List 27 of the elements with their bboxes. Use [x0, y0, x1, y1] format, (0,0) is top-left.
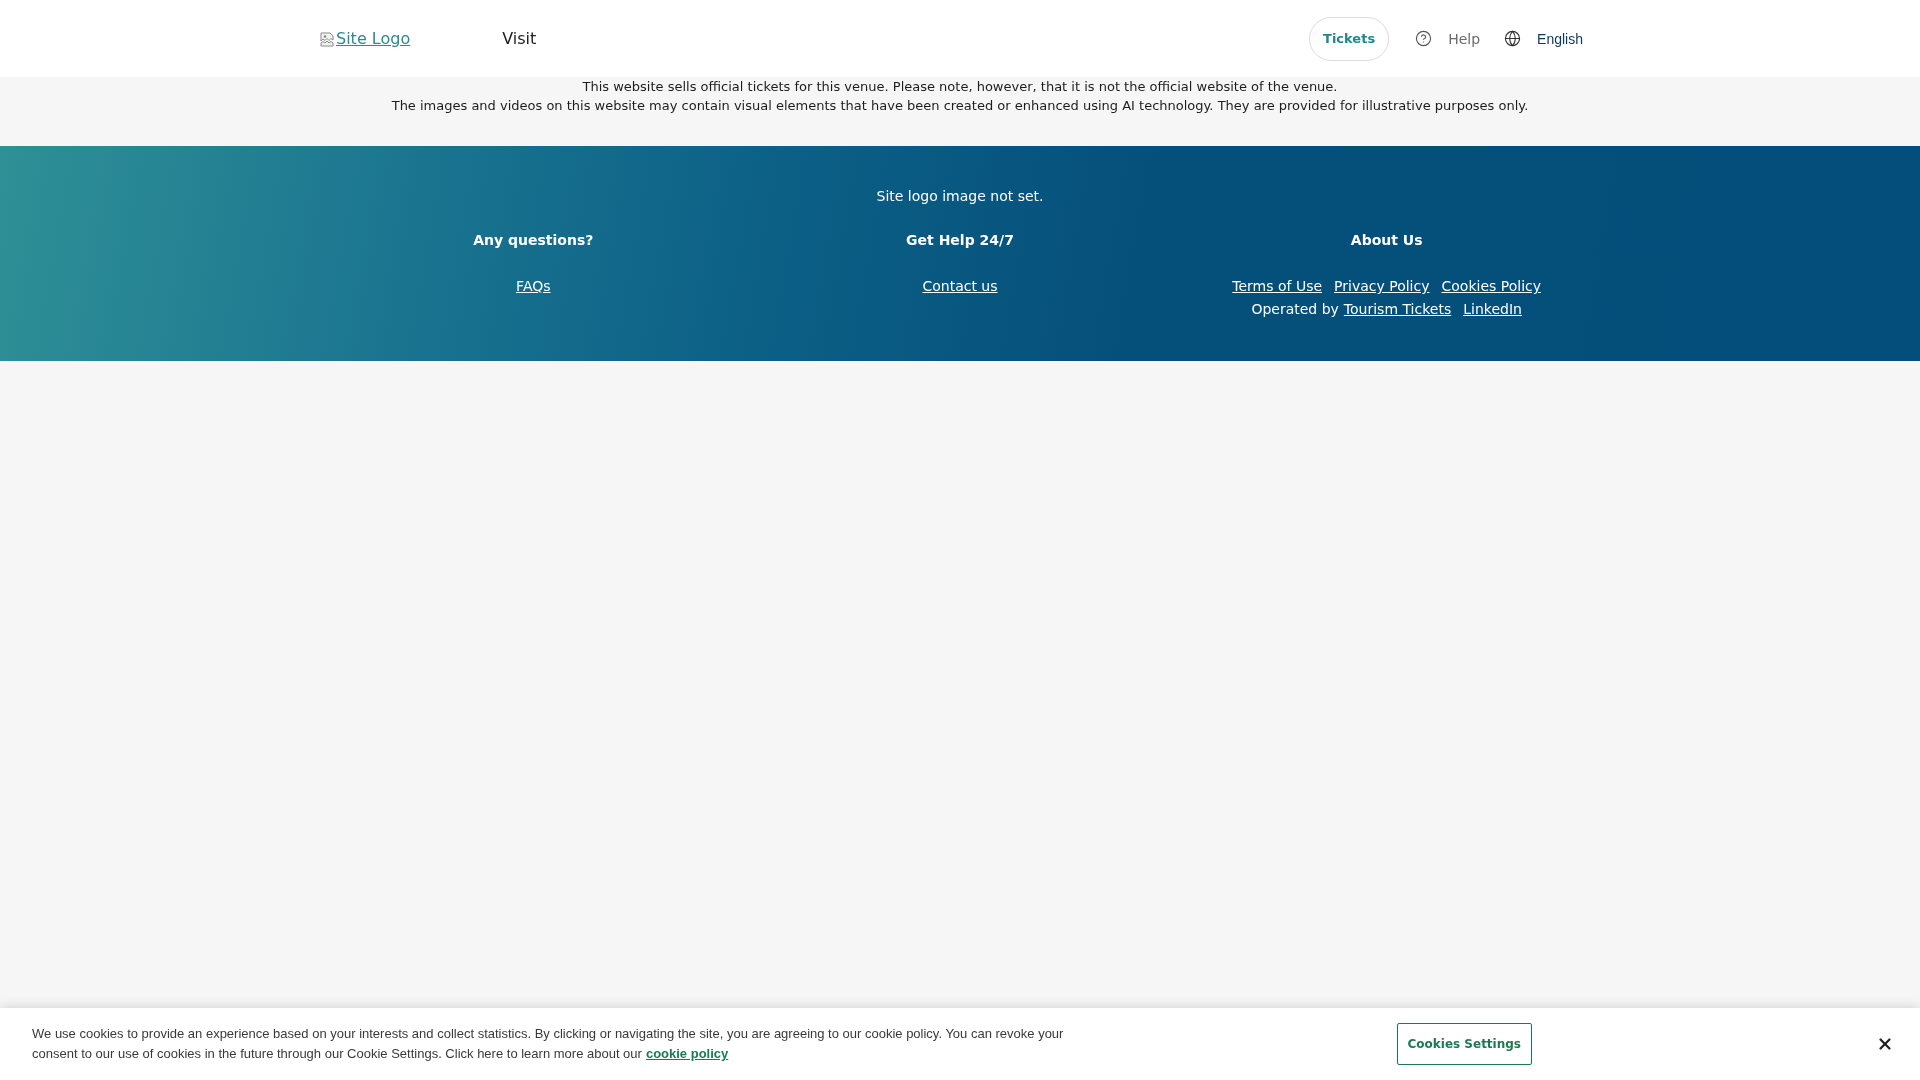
close-icon	[1876, 1035, 1894, 1053]
language-button[interactable]: English	[1504, 30, 1583, 47]
help-icon	[1415, 30, 1433, 47]
footer-link[interactable]: FAQs	[516, 275, 551, 298]
disclaimer-text: This website sells official tickets for this venue. Please note, however, that it is not the official website of the venue.	[582, 78, 1338, 96]
logo-missing-message: Site logo image not set.	[876, 187, 1044, 206]
site-logo-link[interactable]: Site Logo	[320, 29, 411, 48]
help-link[interactable]: Help	[1415, 30, 1481, 47]
cookie-policy-link[interactable]: cookie policy	[645, 1046, 729, 1061]
globe-icon	[1504, 30, 1522, 47]
footer-heading: Get Help 24/7	[906, 231, 1014, 250]
footer-link[interactable]: Cookies Policy	[1441, 275, 1541, 298]
cookie-notice-text: We use cookies to provide an experience based on your interests and collect statistics. By clicking or navigating the site, you are agreeing to our cookie policy. You can revoke your consent to our use of cookies in the future through our Cookie Settings. Click here to learn more about our cookie policy	[32, 1025, 1065, 1063]
footer-link[interactable]: Contact us	[922, 275, 998, 298]
cookie-settings-button[interactable]: Cookies Settings	[1396, 1023, 1532, 1065]
footer-link[interactable]: Privacy Policy	[1334, 275, 1430, 298]
operator-label: Operated by	[1251, 300, 1339, 319]
nav-link[interactable]: Visit	[502, 29, 537, 48]
footer-heading: Any questions?	[473, 231, 594, 250]
broken-image-icon	[320, 30, 334, 47]
close-button[interactable]	[1876, 1035, 1894, 1053]
footer-link[interactable]: Terms of Use	[1232, 275, 1323, 298]
disclaimer-text: The images and videos on this website may contain visual elements that have been created or enhanced using AI technology. They are provided for illustrative purposes only.	[391, 97, 1529, 115]
footer-heading: About Us	[1350, 231, 1423, 250]
footer-link[interactable]: LinkedIn	[1463, 298, 1522, 321]
tickets-button[interactable]: Tickets	[1309, 16, 1390, 61]
footer-link[interactable]: Tourism Tickets	[1343, 298, 1452, 321]
